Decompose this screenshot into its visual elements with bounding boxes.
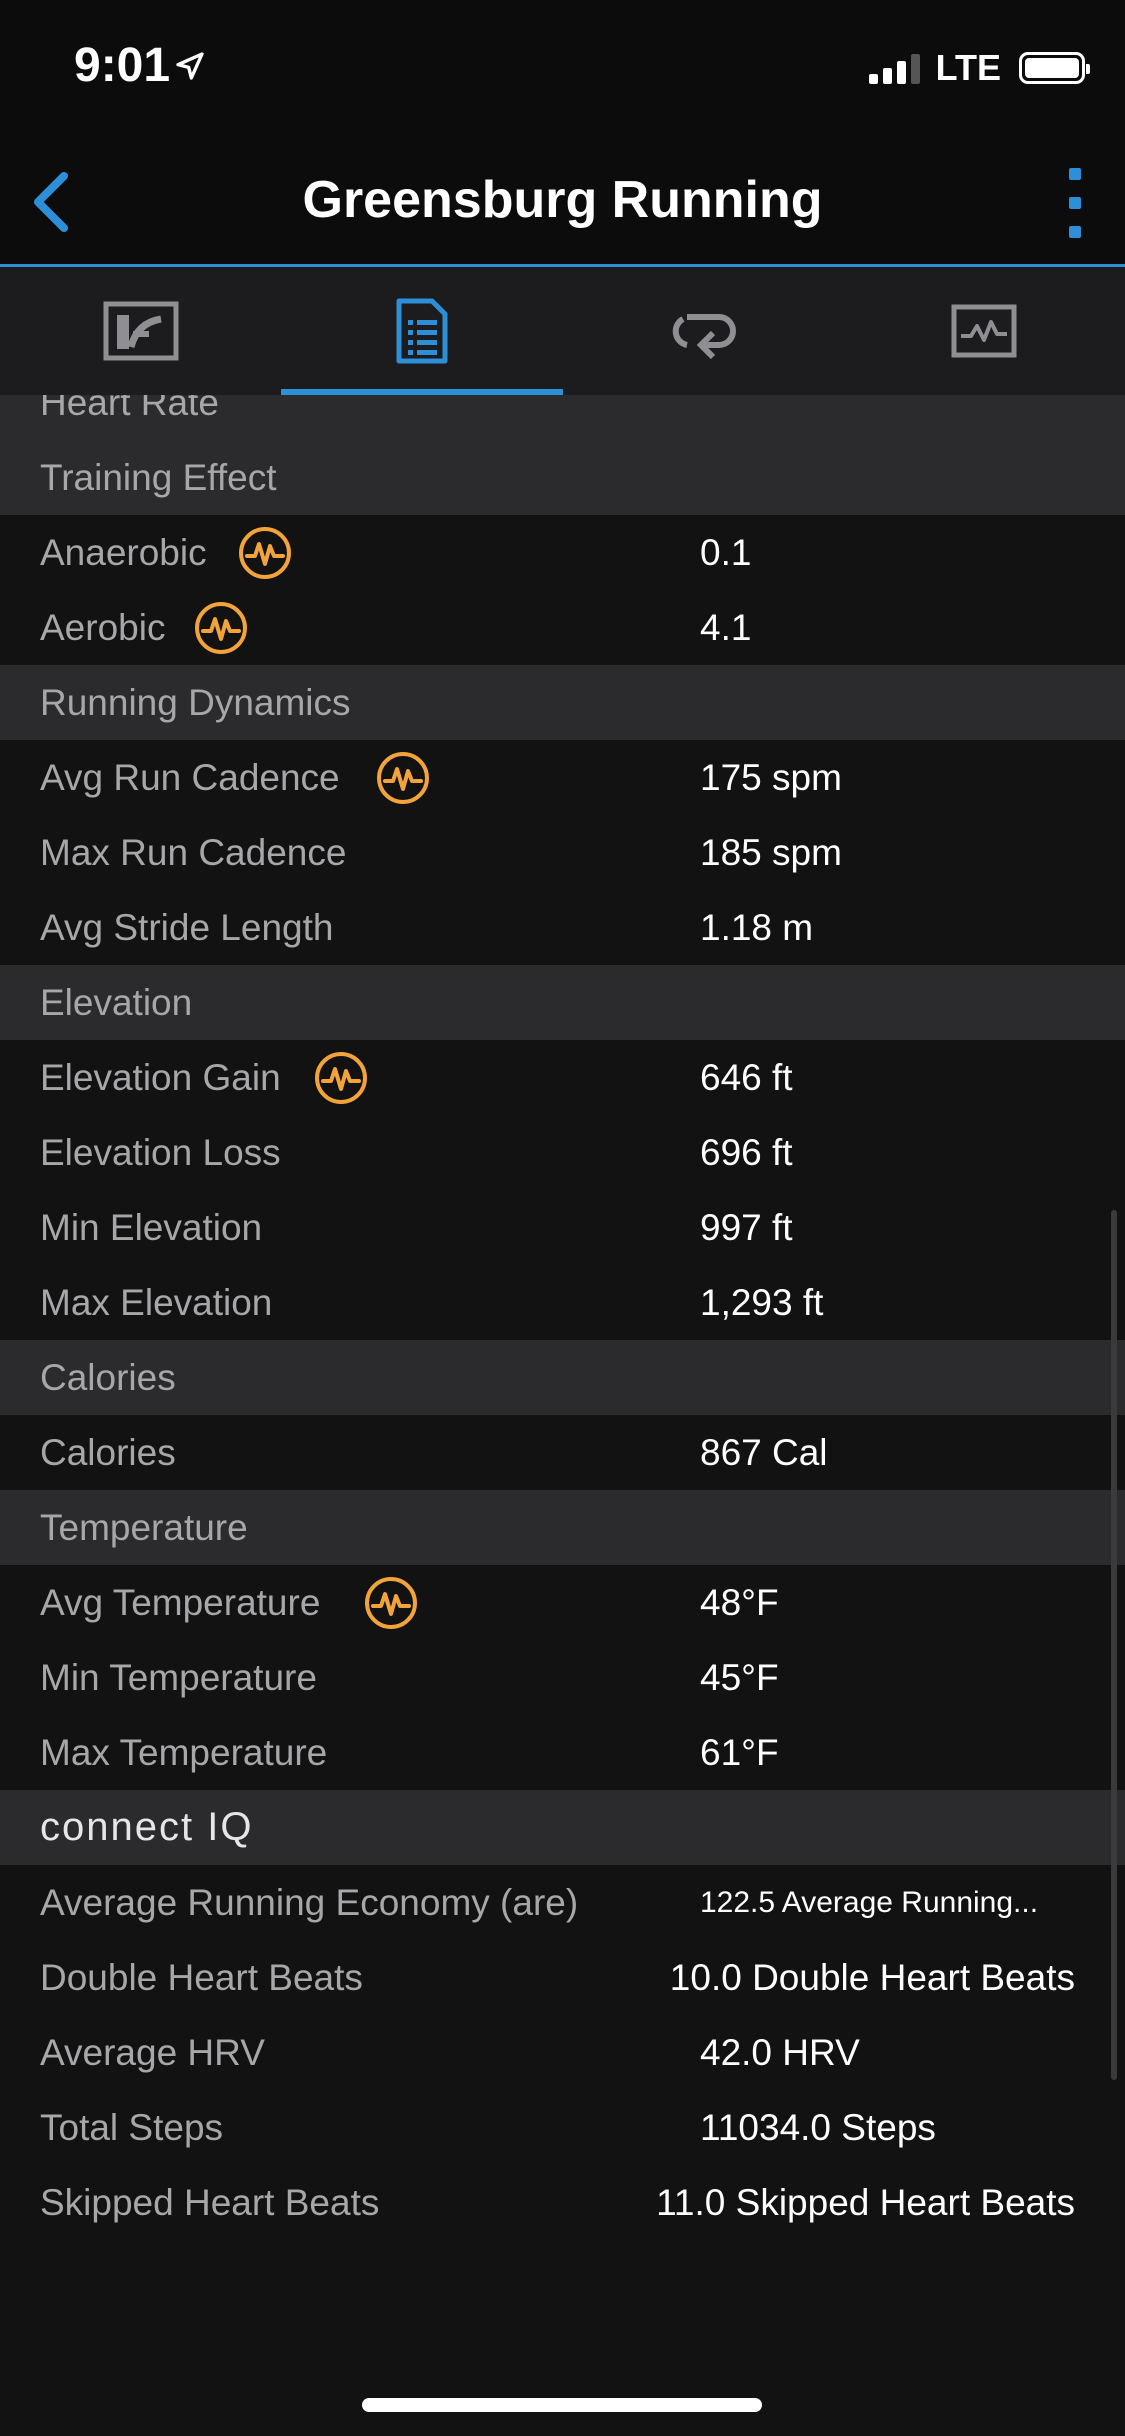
details-tab-icon (396, 298, 448, 364)
row-elevation-gain: Elevation Gain 646 ft (0, 1040, 1125, 1115)
section-title: Temperature (40, 1507, 248, 1548)
row-label: Skipped Heart Beats (40, 2182, 380, 2223)
activity-details-list[interactable]: Heart Rate Training Effect Anaerobic 0.1… (0, 395, 1125, 2436)
row-total-steps: Total Steps 11034.0 Steps (0, 2090, 1125, 2165)
row-value: 48°F (700, 1582, 779, 1623)
charts-tab-icon (951, 304, 1017, 358)
section-header-elevation: Elevation (0, 965, 1125, 1040)
network-type: LTE (935, 47, 1001, 88)
row-label: Elevation Gain (40, 1057, 281, 1098)
row-value: 45°F (700, 1657, 779, 1698)
row-value: 175 spm (700, 757, 842, 798)
row-value: 1,293 ft (700, 1282, 824, 1323)
stats-tab-icon (103, 301, 179, 361)
tab-stats[interactable] (0, 267, 281, 395)
row-value: 646 ft (700, 1057, 793, 1098)
row-value: 997 ft (700, 1207, 793, 1248)
row-max-temperature: Max Temperature 61°F (0, 1715, 1125, 1790)
section-header-training-effect: Training Effect (0, 440, 1125, 515)
tab-details[interactable] (281, 267, 563, 395)
row-label: Calories (40, 1432, 176, 1473)
row-avg-run-cadence: Avg Run Cadence 175 spm (0, 740, 1125, 815)
status-bar: 9:01 LTE (0, 0, 1125, 140)
status-time: 9:01 (74, 39, 171, 92)
section-header-calories: Calories (0, 1340, 1125, 1415)
row-avg-stride-length: Avg Stride Length 1.18 m (0, 890, 1125, 965)
row-avg-temperature: Avg Temperature 48°F (0, 1565, 1125, 1640)
laps-repeat-icon (672, 314, 737, 359)
performance-badge-icon[interactable] (238, 526, 292, 580)
row-min-elevation: Min Elevation 997 ft (0, 1190, 1125, 1265)
location-arrow-icon (176, 52, 204, 80)
row-value: 42.0 HRV (700, 2032, 860, 2073)
status-indicators: LTE (868, 47, 1090, 88)
section-title: Running Dynamics (40, 682, 351, 723)
performance-badge-icon[interactable] (364, 1576, 418, 1630)
row-value: 1.18 m (700, 907, 814, 948)
navigation-bar: Greensburg Running (0, 140, 1125, 267)
connect-iq-logo: connect IQ (40, 1805, 254, 1849)
row-value: 11.0 Skipped Heart Beats (656, 2182, 1075, 2223)
row-label: Anaerobic (40, 532, 207, 573)
row-min-temperature: Min Temperature 45°F (0, 1640, 1125, 1715)
row-average-hrv: Average HRV 42.0 HRV (0, 2015, 1125, 2090)
row-label: Elevation Loss (40, 1132, 281, 1173)
row-label: Min Elevation (40, 1207, 263, 1248)
row-avg-running-economy: Average Running Economy (are) 122.5 Aver… (0, 1865, 1125, 1940)
row-label: Max Elevation (40, 1282, 273, 1323)
section-title: Elevation (40, 982, 193, 1023)
row-label: Total Steps (40, 2107, 224, 2148)
section-header-temperature: Temperature (0, 1490, 1125, 1565)
row-label: Avg Stride Length (40, 907, 334, 948)
section-header-heart-rate: Heart Rate (0, 395, 1125, 440)
row-max-run-cadence: Max Run Cadence 185 spm (0, 815, 1125, 890)
row-value: 0.1 (700, 532, 752, 573)
row-label: Max Temperature (40, 1732, 328, 1773)
row-elevation-loss: Elevation Loss 696 ft (0, 1115, 1125, 1190)
row-label: Aerobic (40, 607, 166, 648)
row-calories: Calories 867 Cal (0, 1415, 1125, 1490)
row-anaerobic: Anaerobic 0.1 (0, 515, 1125, 590)
row-label: Double Heart Beats (40, 1957, 363, 1998)
section-header-connect-iq: connect IQ (0, 1790, 1125, 1865)
signal-strength-icon (868, 52, 920, 84)
home-indicator[interactable] (362, 2398, 762, 2412)
tab-laps[interactable] (563, 267, 844, 395)
section-header-running-dynamics: Running Dynamics (0, 665, 1125, 740)
row-value: 867 Cal (700, 1432, 828, 1473)
row-label: Average Running Economy (are) (40, 1882, 579, 1923)
row-skipped-heart-beats: Skipped Heart Beats 11.0 Skipped Heart B… (0, 2165, 1125, 2240)
row-label: Average HRV (40, 2032, 265, 2073)
row-value: 10.0 Double Heart Beats (669, 1957, 1075, 1998)
battery-icon (1019, 52, 1090, 84)
performance-badge-icon[interactable] (314, 1051, 368, 1105)
more-options-icon[interactable] (1055, 168, 1095, 238)
row-label: Min Temperature (40, 1657, 317, 1698)
row-value: 11034.0 Steps (700, 2107, 936, 2148)
row-label: Max Run Cadence (40, 832, 347, 873)
section-title: Calories (40, 1357, 176, 1398)
row-double-heart-beats: Double Heart Beats 10.0 Double Heart Bea… (0, 1940, 1125, 2015)
page-title: Greensburg Running (302, 171, 823, 229)
performance-badge-icon[interactable] (376, 751, 430, 805)
scrollbar[interactable] (1111, 1210, 1117, 2080)
row-value: 185 spm (700, 832, 842, 873)
row-value: 61°F (700, 1732, 779, 1773)
section-title: Heart Rate (40, 395, 219, 423)
row-label: Avg Temperature (40, 1582, 321, 1623)
tab-bar (0, 267, 1125, 395)
row-value: 696 ft (700, 1132, 793, 1173)
performance-badge-icon[interactable] (194, 601, 248, 655)
tab-charts[interactable] (844, 267, 1125, 395)
row-max-elevation: Max Elevation 1,293 ft (0, 1265, 1125, 1340)
row-label: Avg Run Cadence (40, 757, 340, 798)
row-value: 122.5 Average Running... (700, 1886, 1039, 1919)
row-aerobic: Aerobic 4.1 (0, 590, 1125, 665)
section-title: Training Effect (40, 457, 277, 498)
row-value: 4.1 (700, 607, 752, 648)
